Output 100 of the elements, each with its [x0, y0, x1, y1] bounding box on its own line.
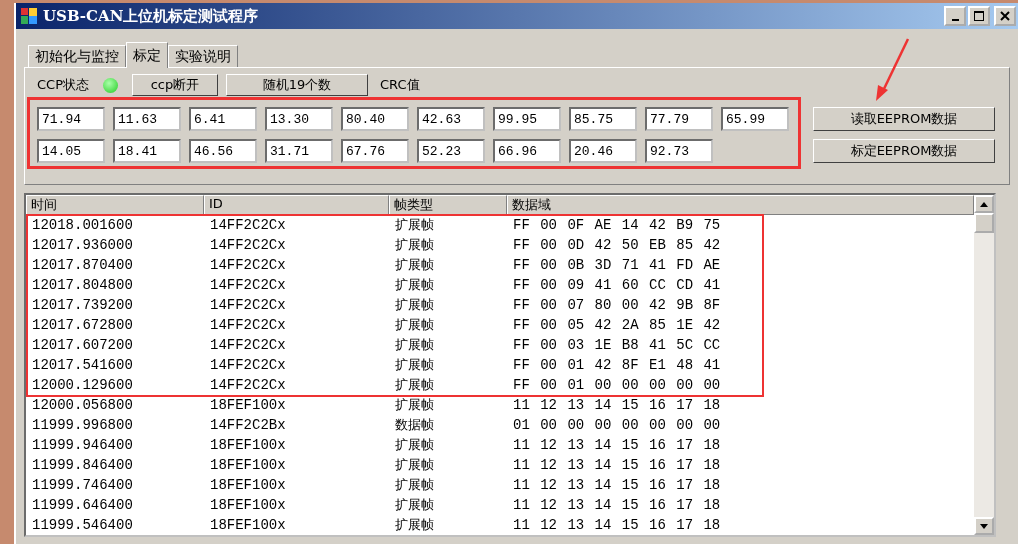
table-cell-text: 扩展帧	[394, 277, 435, 293]
scroll-down-button[interactable]	[974, 517, 994, 535]
table-cell-text: 扩展帧	[394, 357, 435, 373]
table-cell-text: 扩展帧	[394, 257, 435, 273]
table-cell-text: 11999.996800	[31, 417, 134, 433]
value-field[interactable]: 18.41	[113, 139, 181, 163]
eeprom-button[interactable]: 读取EEPROM数据	[813, 107, 995, 131]
table-cell-text: 18FEF100x	[209, 497, 287, 513]
table-cell-text: 18FEF100x	[209, 517, 287, 533]
up-arrow-icon	[980, 201, 988, 207]
table-cell-text: 扩展帧	[394, 517, 435, 533]
table-cell-text: 12017.607200	[31, 337, 134, 353]
value-field[interactable]: 77.79	[645, 107, 713, 131]
table-cell-text: 12018.001600	[31, 217, 134, 233]
table-cell-text: 扩展帧	[394, 397, 435, 413]
value-field[interactable]: 67.76	[341, 139, 409, 163]
value-field[interactable]: 11.63	[113, 107, 181, 131]
tab[interactable]: 标定	[126, 42, 168, 68]
scroll-up-button[interactable]	[974, 195, 994, 213]
maximize-icon	[974, 11, 984, 21]
window-title: USB-CAN上位机标定测试程序	[43, 6, 259, 26]
value-field[interactable]: 65.99	[721, 107, 789, 131]
table-cell-text: 18FEF100x	[209, 437, 287, 453]
table-cell-text: 14FF2C2Bx	[209, 417, 287, 433]
ccp-status-label: CCP状态	[37, 76, 89, 94]
table-cell-text: 18FEF100x	[209, 457, 287, 473]
table-cell-text: 11999.746400	[31, 477, 134, 493]
value-field[interactable]: 92.73	[645, 139, 713, 163]
table-cell-text: FF 00 0B 3D 71 41 FD AE	[512, 257, 722, 273]
table-cell-text: 11999.846400	[31, 457, 134, 473]
value-field[interactable]: 6.41	[189, 107, 257, 131]
app-icon	[21, 8, 37, 24]
table-cell-text: 14FF2C2Cx	[209, 317, 287, 333]
maximize-button[interactable]	[968, 6, 990, 26]
table-cell-text: 12017.739200	[31, 297, 134, 313]
value-field[interactable]: 31.71	[265, 139, 333, 163]
table-cell-text: 11 12 13 14 15 16 17 18	[512, 497, 722, 513]
table-cell-text: 12000.056800	[31, 397, 134, 413]
close-button[interactable]	[994, 6, 1016, 26]
table-cell-text: 扩展帧	[394, 217, 435, 233]
value-field[interactable]: 85.75	[569, 107, 637, 131]
table-cell-text: 扩展帧	[394, 497, 435, 513]
table-cell-text: 11999.946400	[31, 437, 134, 453]
table-cell-text: 11 12 13 14 15 16 17 18	[512, 457, 722, 473]
table-cell-text: 11999.646400	[31, 497, 134, 513]
action-button[interactable]: 随机19个数	[226, 74, 368, 96]
table-cell-text: 12017.936000	[31, 237, 134, 253]
minimize-button[interactable]	[944, 6, 966, 26]
table-cell-text: FF 00 01 42 8F E1 48 41	[512, 357, 722, 373]
table-cell-text: 12017.804800	[31, 277, 134, 293]
table-cell-text: 11 12 13 14 15 16 17 18	[512, 397, 722, 413]
value-field[interactable]: 52.23	[417, 139, 485, 163]
table-cell-text: 14FF2C2Cx	[209, 357, 287, 373]
table-cell-text: 12017.541600	[31, 357, 134, 373]
tab[interactable]: 初始化与监控	[28, 45, 126, 67]
column-header[interactable]: 时间	[26, 195, 204, 215]
table-cell-text: 12000.129600	[31, 377, 134, 393]
table-cell-text: 扩展帧	[394, 337, 435, 353]
value-field[interactable]: 99.95	[493, 107, 561, 131]
table-cell-text: 14FF2C2Cx	[209, 377, 287, 393]
table-cell-text: 14FF2C2Cx	[209, 217, 287, 233]
table-cell-text: 扩展帧	[394, 377, 435, 393]
table-cell-text: 扩展帧	[394, 297, 435, 313]
minimize-icon	[951, 18, 959, 21]
column-header[interactable]: 帧类型	[389, 195, 507, 215]
close-icon	[1000, 11, 1010, 21]
value-field[interactable]: 66.96	[493, 139, 561, 163]
table-cell-text: 18FEF100x	[209, 397, 287, 413]
table-cell-text: 扩展帧	[394, 477, 435, 493]
table-cell-text: FF 00 09 41 60 CC CD 41	[512, 277, 722, 293]
tab[interactable]: 实验说明	[168, 45, 238, 67]
eeprom-button[interactable]: 标定EEPROM数据	[813, 139, 995, 163]
table-cell-text: 扩展帧	[394, 437, 435, 453]
value-field[interactable]: 46.56	[189, 139, 257, 163]
action-button[interactable]: ccp断开	[132, 74, 218, 96]
crc-label: CRC值	[380, 76, 420, 94]
scrollbar-thumb[interactable]	[974, 213, 994, 233]
table-cell-text: 18FEF100x	[209, 477, 287, 493]
table-cell-text: 12017.672800	[31, 317, 134, 333]
column-header[interactable]: 数据域	[507, 195, 974, 215]
table-cell-text: 11 12 13 14 15 16 17 18	[512, 477, 722, 493]
table-cell-text: 扩展帧	[394, 457, 435, 473]
value-field[interactable]: 80.40	[341, 107, 409, 131]
table-cell-text: 14FF2C2Cx	[209, 277, 287, 293]
table-cell-text: 11 12 13 14 15 16 17 18	[512, 437, 722, 453]
vertical-scrollbar[interactable]	[974, 195, 994, 535]
table-cell-text: FF 00 03 1E B8 41 5C CC	[512, 337, 722, 353]
table-cell-text: 01 00 00 00 00 00 00 00	[512, 417, 722, 433]
value-field[interactable]: 13.30	[265, 107, 333, 131]
table-cell-text: 14FF2C2Cx	[209, 237, 287, 253]
table-cell-text: FF 00 0D 42 50 EB 85 42	[512, 237, 722, 253]
table-cell-text: 14FF2C2Cx	[209, 297, 287, 313]
value-field[interactable]: 42.63	[417, 107, 485, 131]
table-cell-text: 14FF2C2Cx	[209, 337, 287, 353]
value-field[interactable]: 71.94	[37, 107, 105, 131]
value-field[interactable]: 20.46	[569, 139, 637, 163]
value-field[interactable]: 14.05	[37, 139, 105, 163]
column-header[interactable]: ID	[204, 195, 389, 215]
table-cell-text: 11999.546400	[31, 517, 134, 533]
table-cell-text: 扩展帧	[394, 317, 435, 333]
